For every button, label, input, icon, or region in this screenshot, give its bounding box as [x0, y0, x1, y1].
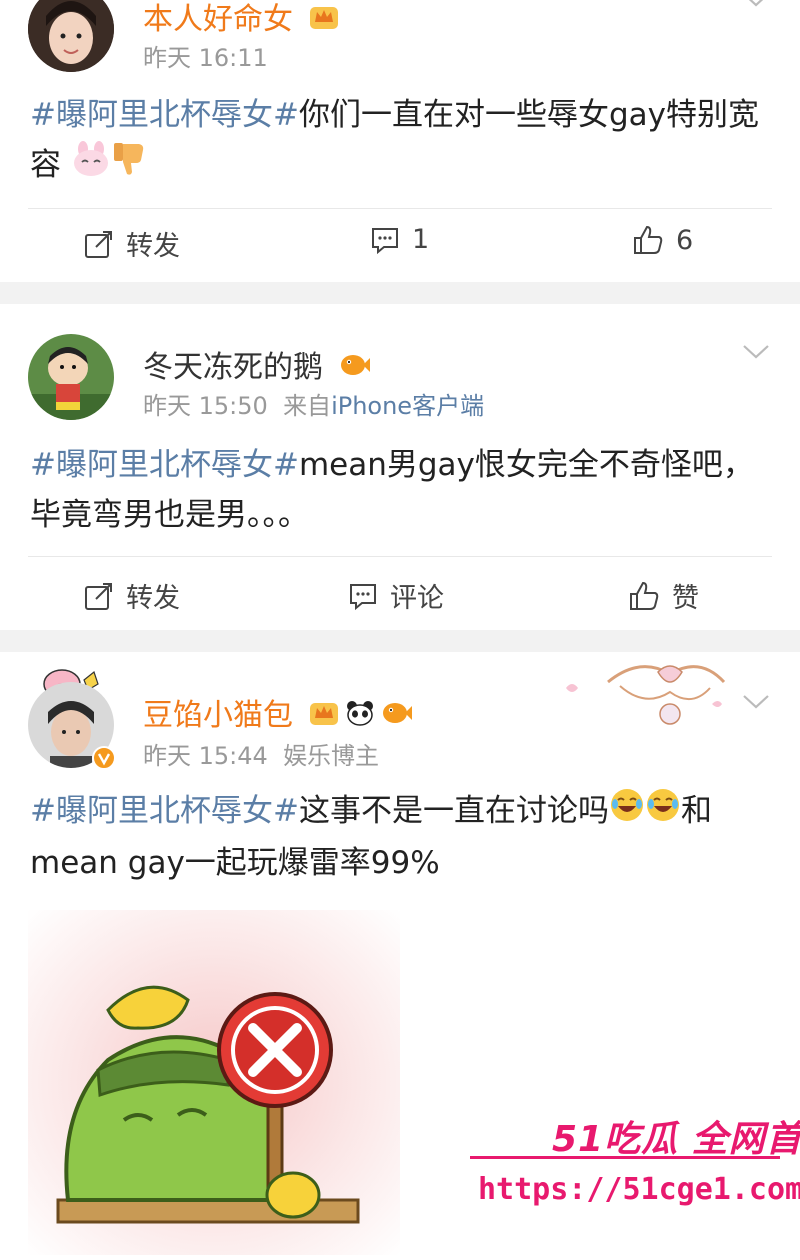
watermark-title: 51吃瓜 全网首发: [552, 1119, 800, 1160]
like-button[interactable]: 6: [632, 224, 693, 256]
post-meta: 昨天 15:50 来自iPhone客户端: [143, 392, 485, 420]
divider: [28, 556, 772, 557]
divider: [28, 208, 772, 209]
fish-badge: [339, 351, 371, 386]
like-icon: [634, 225, 663, 254]
repost-icon: [85, 582, 112, 610]
card-decoration: [560, 652, 730, 740]
watermark-url: https://51cge1.com: [478, 1172, 800, 1207]
avatar[interactable]: [28, 334, 114, 420]
separator: [0, 630, 800, 652]
laughing-emoji: [609, 787, 645, 838]
post-2: 冬天冻死的鹅 昨天 15:50 来自iPhone客户端 #曝阿里北杯辱女#mea…: [0, 304, 800, 630]
post-time: 昨天 16:11: [143, 44, 268, 72]
chevron-down-icon[interactable]: [742, 0, 770, 12]
crown-badge: [309, 3, 339, 38]
repost-icon: [85, 230, 112, 258]
like-button[interactable]: 赞: [628, 576, 699, 615]
cancel-sticker[interactable]: [28, 910, 400, 1255]
comment-icon: [350, 583, 376, 610]
repost-button[interactable]: 转发: [84, 224, 180, 263]
comment-button[interactable]: 评论: [348, 576, 444, 615]
post-content: #曝阿里北杯辱女#这事不是一直在讨论吗 和mean gay一起玩爆雷率99%: [30, 786, 770, 888]
avatar[interactable]: [28, 0, 114, 72]
username[interactable]: 本人好命女: [143, 0, 339, 38]
verified-badge: [92, 746, 116, 774]
bunny-emoji: [71, 141, 111, 192]
comment-icon: [372, 227, 398, 254]
post-content: #曝阿里北杯辱女#mean男gay恨女完全不奇怪吧，毕竟弯男也是男。。。: [30, 447, 754, 533]
topic-tag[interactable]: #曝阿里北杯辱女#: [30, 447, 299, 483]
like-icon: [630, 581, 659, 610]
post-1: 本人好命女 昨天 16:11 #曝阿里北杯辱女#你们一直在对一些辱女gay特别宽…: [0, 0, 800, 282]
repost-button[interactable]: 转发: [84, 576, 180, 615]
laughing-emoji: [645, 787, 681, 838]
post-meta: 昨天 15:44 娱乐博主: [143, 742, 380, 770]
panda-badge: [345, 699, 375, 734]
thumbs-down-emoji: [111, 140, 147, 193]
username[interactable]: 豆馅小猫包: [143, 690, 413, 734]
chevron-down-icon[interactable]: [742, 344, 770, 364]
topic-tag[interactable]: #曝阿里北杯辱女#: [30, 97, 299, 133]
crown-badge: [309, 699, 339, 734]
comment-button[interactable]: 1: [370, 224, 429, 255]
post-3: 豆馅小猫包 昨天 15:44 娱乐博主 #曝阿里北杯辱女#这事不是一直在讨论吗和…: [0, 652, 800, 1260]
chevron-down-icon[interactable]: [742, 694, 770, 714]
topic-tag[interactable]: #曝阿里北杯辱女#: [30, 793, 299, 829]
post-source[interactable]: iPhone客户端: [331, 392, 484, 420]
fish-badge: [381, 699, 413, 734]
post-content: #曝阿里北杯辱女#你们一直在对一些辱女gay特别宽容: [30, 90, 770, 193]
username[interactable]: 冬天冻死的鹅: [143, 342, 371, 386]
separator: [0, 282, 800, 304]
